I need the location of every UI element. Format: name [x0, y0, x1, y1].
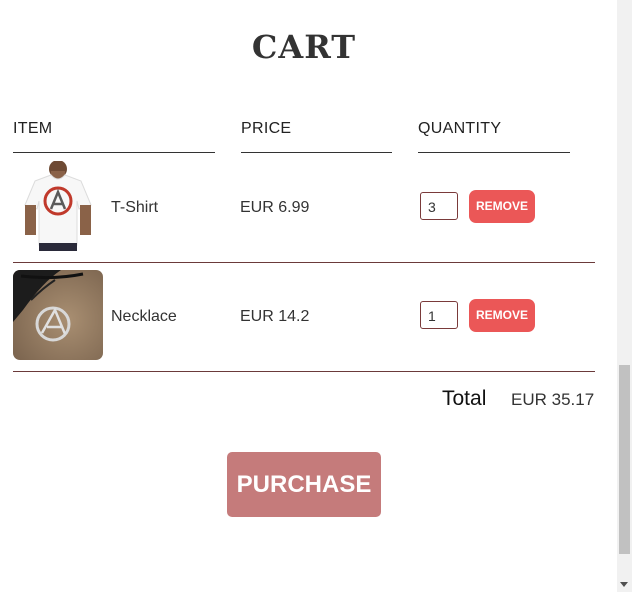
item-name: Necklace	[111, 308, 177, 325]
necklace-image	[13, 270, 103, 360]
item-price: EUR 14.2	[240, 308, 310, 325]
quantity-input[interactable]: 1	[420, 301, 458, 329]
column-header-item: ITEM	[13, 120, 53, 137]
scroll-down-arrow-icon[interactable]	[620, 582, 628, 587]
cart-page: CART ITEM PRICE QUANTITY T-Shirt EUR 6.9…	[0, 0, 632, 592]
total-value: EUR 35.17	[511, 390, 595, 409]
remove-button[interactable]: REMOVE	[469, 190, 535, 223]
item-name: T-Shirt	[111, 199, 159, 216]
item-price: EUR 6.99	[240, 199, 310, 216]
total-label: Total	[442, 387, 487, 410]
cart-content: CART ITEM PRICE QUANTITY T-Shirt EUR 6.9…	[0, 0, 617, 592]
vertical-scrollbar[interactable]	[617, 0, 632, 592]
purchase-button[interactable]: PURCHASE	[227, 452, 381, 517]
remove-button[interactable]: REMOVE	[469, 299, 535, 332]
column-header-price: PRICE	[241, 120, 292, 137]
column-header-quantity: QUANTITY	[418, 120, 502, 137]
cart-row: T-Shirt EUR 6.99 3 REMOVE	[13, 153, 595, 263]
page-title: CART	[251, 28, 357, 66]
cart-row: Necklace EUR 14.2 1 REMOVE	[13, 262, 595, 372]
quantity-input[interactable]: 3	[420, 192, 458, 220]
scrollbar-thumb[interactable]	[619, 365, 630, 554]
tshirt-image	[13, 161, 103, 251]
